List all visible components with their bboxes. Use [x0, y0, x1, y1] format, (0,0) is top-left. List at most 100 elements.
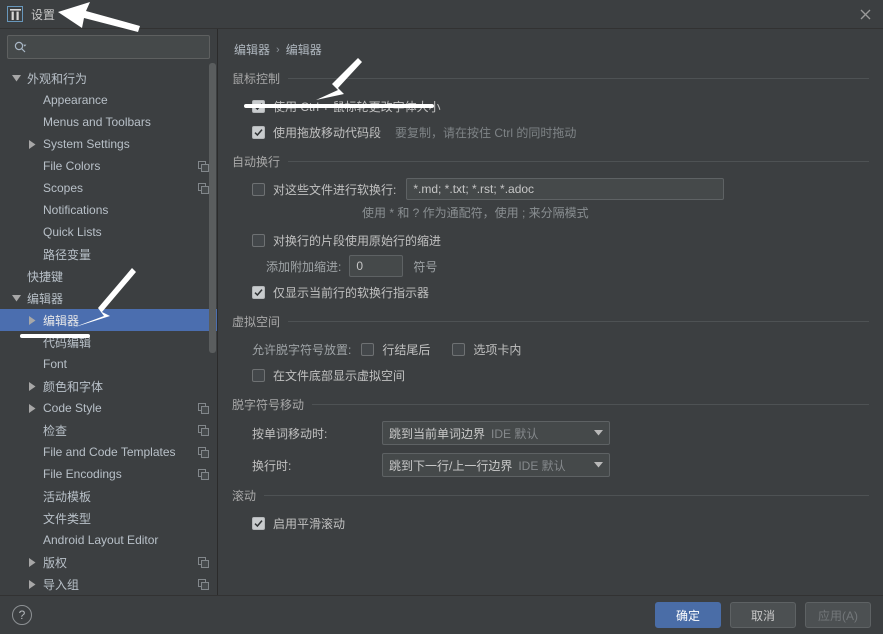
sidebar-item-23[interactable]: 导入组 [0, 573, 217, 595]
chevron-down-icon [594, 462, 603, 468]
checkbox-show-virtual-space[interactable] [252, 368, 265, 382]
sidebar-scrollbar-thumb[interactable] [209, 63, 216, 353]
checkbox-row-smooth-scroll[interactable]: 启用平滑滚动 [232, 512, 869, 534]
checkbox-original-indent[interactable] [252, 233, 265, 247]
apply-button[interactable]: 应用(A) [805, 602, 871, 628]
sidebar-item-2[interactable]: Menus and Toolbars [0, 111, 217, 133]
checkbox-inside-tabs[interactable] [452, 342, 466, 356]
search-area [0, 29, 217, 65]
sidebar-item-1[interactable]: Appearance [0, 89, 217, 111]
soft-wrap-files-input[interactable] [406, 178, 725, 200]
checkbox-label: 使用拖放移动代码段 [273, 125, 382, 140]
checkbox-after-line-end[interactable] [361, 342, 375, 356]
row-soft-wrap-files: 对这些文件进行软换行: [232, 178, 869, 200]
sidebar-item-14[interactable]: 颜色和字体 [0, 375, 217, 397]
sidebar-item-label: 路径变量 [43, 247, 92, 262]
help-icon[interactable]: ? [12, 605, 32, 625]
sidebar-item-20[interactable]: 文件类型 [0, 507, 217, 529]
breadcrumb: 编辑器 › 编辑器 [234, 41, 869, 58]
word-move-label: 按单词移动时: [252, 426, 328, 441]
select-suffix: IDE 默认 [518, 458, 566, 473]
sidebar-item-3[interactable]: System Settings [0, 133, 217, 155]
chevron-right-icon[interactable] [26, 139, 38, 149]
sidebar-item-5[interactable]: Scopes [0, 177, 217, 199]
select-value: 跳到下一行/上一行边界 [389, 458, 513, 473]
checkbox-row-drag-drop-code[interactable]: 使用拖放移动代码段 要复制，请在按住 Ctrl 的同时拖动 [232, 121, 869, 143]
settings-content: 编辑器 › 编辑器 鼠标控制 使用 Ctrl + 鼠标轮更改字体大小 使用拖放移… [218, 29, 883, 595]
sidebar-item-label: 版权 [43, 555, 68, 570]
sidebar-item-11[interactable]: 编辑器 [0, 309, 217, 331]
sidebar-item-label: 导入组 [43, 577, 80, 592]
search-input[interactable] [27, 39, 203, 55]
sidebar-item-7[interactable]: Quick Lists [0, 221, 217, 243]
search-icon [14, 41, 27, 54]
checkbox-ctrl-wheel-font-size[interactable] [252, 99, 265, 113]
chevron-right-icon[interactable] [26, 403, 38, 413]
sidebar-item-19[interactable]: 活动模板 [0, 485, 217, 507]
dialog-body: 外观和行为 Appearance Menus and Toolbars System … [0, 28, 883, 595]
checkbox-row-show-soft-wrap-indicator[interactable]: 仅显示当前行的软换行指示器 [232, 281, 869, 303]
breadcrumb-root[interactable]: 编辑器 [234, 41, 270, 58]
sidebar-item-9[interactable]: 快捷键 [0, 265, 217, 287]
search-box[interactable] [7, 35, 210, 59]
additional-indent-input[interactable] [349, 255, 404, 277]
close-icon[interactable] [857, 6, 873, 22]
window-title: 设置 [31, 7, 56, 22]
sidebar-item-0[interactable]: 外观和行为 [0, 67, 217, 89]
sidebar-item-8[interactable]: 路径变量 [0, 243, 217, 265]
checkbox-label: 对换行的片段使用原始行的缩进 [273, 233, 442, 248]
checkbox-row-ctrl-wheel-font-size[interactable]: 使用 Ctrl + 鼠标轮更改字体大小 [232, 95, 869, 117]
sidebar-item-4[interactable]: File Colors [0, 155, 217, 177]
checkbox-label: 在文件底部显示虚拟空间 [273, 368, 406, 383]
section-divider [288, 78, 869, 79]
select-value: 跳到当前单词边界 [389, 426, 486, 441]
sidebar-item-15[interactable]: Code Style [0, 397, 217, 419]
section-header: 滚动 [232, 487, 869, 504]
sidebar-item-10[interactable]: 编辑器 [0, 287, 217, 309]
section-title: 脱字符号移动 [232, 398, 305, 412]
select-line-move[interactable]: 跳到下一行/上一行边界 IDE 默认 [382, 453, 610, 477]
checkbox-row-show-virtual-space[interactable]: 在文件底部显示虚拟空间 [232, 364, 869, 386]
ok-button[interactable]: 确定 [655, 602, 721, 628]
sidebar-item-label: 检查 [43, 423, 68, 438]
section-title: 鼠标控制 [232, 72, 281, 86]
sidebar-item-label: 代码编辑 [43, 335, 92, 350]
chevron-down-icon[interactable] [10, 74, 22, 82]
sidebar-item-label: Font [43, 357, 68, 371]
sidebar-item-16[interactable]: 检查 [0, 419, 217, 441]
chevron-down-icon [594, 430, 603, 436]
soft-wrap-files-label: 对这些文件进行软换行: [273, 182, 397, 197]
sidebar-item-6[interactable]: Notifications [0, 199, 217, 221]
checkbox-smooth-scroll[interactable] [252, 516, 265, 530]
settings-tree[interactable]: 外观和行为 Appearance Menus and Toolbars System … [0, 65, 217, 595]
sidebar-item-label: Code Style [43, 401, 102, 415]
chevron-right-icon[interactable] [26, 381, 38, 391]
sidebar-item-18[interactable]: File Encodings [0, 463, 217, 485]
sidebar-item-label: 颜色和字体 [43, 379, 104, 394]
sidebar-item-label: 编辑器 [43, 313, 80, 328]
checkbox-row-original-indent[interactable]: 对换行的片段使用原始行的缩进 [232, 229, 869, 251]
row-additional-indent: 添加附加缩进: 符号 [232, 255, 869, 277]
cancel-button[interactable]: 取消 [730, 602, 796, 628]
checkbox-label: 选项卡内 [473, 342, 522, 357]
checkbox-soft-wrap-files[interactable] [252, 182, 265, 196]
drag-drop-hint: 要复制，请在按住 Ctrl 的同时拖动 [395, 125, 577, 140]
section-header: 虚拟空间 [232, 313, 869, 330]
section-mouse-control: 鼠标控制 使用 Ctrl + 鼠标轮更改字体大小 使用拖放移动代码段 要复制，请… [232, 70, 869, 143]
chevron-right-icon[interactable] [26, 557, 38, 567]
line-move-label: 换行时: [252, 458, 292, 473]
chevron-right-icon[interactable] [26, 315, 38, 325]
section-scrolling: 滚动 启用平滑滚动 [232, 487, 869, 534]
sidebar-item-12[interactable]: 代码编辑 [0, 331, 217, 353]
sidebar-item-label: Scopes [43, 181, 84, 195]
row-word-move: 按单词移动时: 跳到当前单词边界 IDE 默认 [232, 421, 869, 445]
sidebar-item-21[interactable]: Android Layout Editor [0, 529, 217, 551]
checkbox-drag-drop-code[interactable] [252, 125, 265, 139]
sidebar-item-17[interactable]: File and Code Templates [0, 441, 217, 463]
sidebar-item-13[interactable]: Font [0, 353, 217, 375]
chevron-down-icon[interactable] [10, 294, 22, 302]
checkbox-show-soft-wrap-indicator[interactable] [252, 285, 265, 299]
chevron-right-icon[interactable] [26, 579, 38, 589]
sidebar-item-22[interactable]: 版权 [0, 551, 217, 573]
select-word-move[interactable]: 跳到当前单词边界 IDE 默认 [382, 421, 610, 445]
